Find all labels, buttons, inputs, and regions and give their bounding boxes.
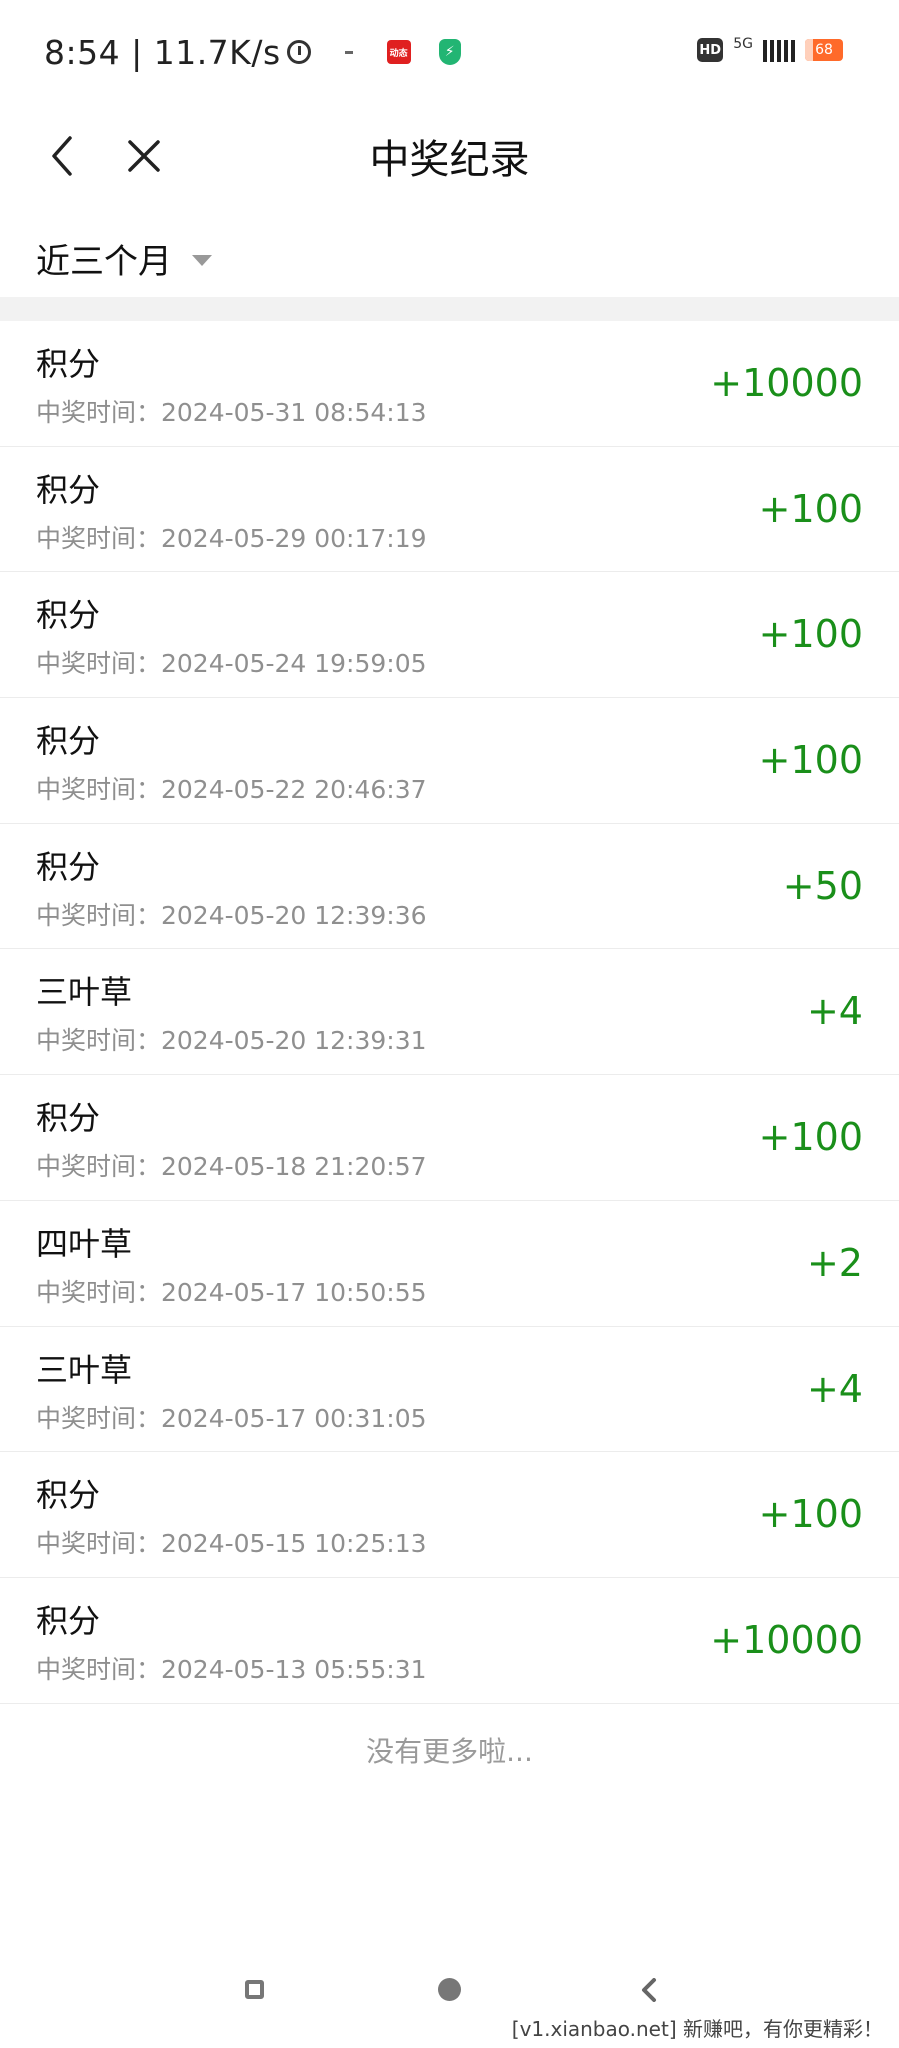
system-navigation-bar (0, 1960, 899, 2020)
record-prize-name: 积分 (36, 1476, 101, 1515)
record-row[interactable]: 四叶草 中奖时间：2024-05-17 10:50:55 +2 (0, 1200, 899, 1327)
record-row[interactable]: 积分 中奖时间：2024-05-29 00:17:19 +100 (0, 446, 899, 573)
record-amount: +2 (806, 1240, 863, 1285)
page: 8:54 | 11.7K/s 动态 ⚡ HD 5G 68 中奖纪录 近三个月 积… (0, 0, 899, 2048)
status-time: 8:54 | 11.7K/s (44, 32, 281, 72)
chevron-left-icon (642, 1978, 656, 2002)
signal-icon (763, 38, 795, 62)
record-row[interactable]: 三叶草 中奖时间：2024-05-20 12:39:31 +4 (0, 949, 899, 1076)
record-time: 中奖时间：2024-05-18 21:20:57 (36, 1152, 427, 1182)
notification-dash-icon (344, 50, 353, 54)
record-prize-name: 积分 (36, 847, 101, 886)
period-filter-dropdown[interactable]: 近三个月 (36, 216, 212, 300)
record-time: 中奖时间：2024-05-13 05:55:31 (36, 1654, 427, 1684)
record-amount: +10000 (710, 361, 863, 405)
record-amount: +50 (782, 863, 863, 908)
record-row[interactable]: 积分 中奖时间：2024-05-15 10:25:13 +100 (0, 1452, 899, 1578)
status-icons-right: HD 5G 68 (697, 36, 843, 62)
status-icons-left: 动态 ⚡ (286, 39, 461, 65)
record-prize-name: 积分 (36, 470, 101, 509)
security-shield-icon: ⚡ (438, 39, 461, 65)
back-button[interactable] (32, 126, 92, 186)
record-amount: +100 (758, 1492, 863, 1537)
record-prize-name: 三叶草 (36, 1350, 133, 1389)
close-button[interactable] (114, 126, 174, 186)
network-type: 5G (733, 36, 753, 52)
battery-icon: 68 (805, 39, 843, 61)
record-time: 中奖时间：2024-05-29 00:17:19 (36, 523, 427, 553)
record-time: 中奖时间：2024-05-17 10:50:55 (36, 1277, 427, 1307)
record-prize-name: 四叶草 (36, 1224, 133, 1263)
record-amount: +100 (758, 486, 863, 531)
home-icon[interactable] (438, 1978, 461, 2001)
record-prize-name: 积分 (36, 345, 101, 383)
hd-icon: HD (697, 38, 724, 62)
record-time: 中奖时间：2024-05-31 08:54:13 (36, 398, 427, 427)
recent-apps-icon[interactable] (245, 1980, 264, 1999)
record-amount: +10000 (710, 1617, 863, 1662)
watermark: [v1.xianbao.net] 新赚吧，有你更精彩！ (507, 2013, 887, 2042)
record-row[interactable]: 积分 中奖时间：2024-05-31 08:54:13 +10000 (0, 321, 899, 447)
record-time: 中奖时间：2024-05-22 20:46:37 (36, 775, 427, 805)
record-row[interactable]: 积分 中奖时间：2024-05-18 21:20:57 +100 (0, 1075, 899, 1201)
record-prize-name: 积分 (36, 596, 101, 635)
system-back-icon[interactable] (635, 1976, 663, 2004)
record-prize-name: 积分 (36, 722, 101, 761)
record-row[interactable]: 三叶草 中奖时间：2024-05-17 00:31:05 +4 (0, 1326, 899, 1453)
record-amount: +4 (806, 1366, 863, 1411)
status-bar: 8:54 | 11.7K/s 动态 ⚡ HD 5G 68 (0, 0, 899, 104)
prize-record-list: 积分 中奖时间：2024-05-31 08:54:13 +10000 积分 中奖… (0, 321, 899, 1704)
record-time: 中奖时间：2024-05-20 12:39:36 (36, 900, 427, 930)
news-app-icon: 动态 (386, 40, 411, 64)
record-row[interactable]: 积分 中奖时间：2024-05-13 05:55:31 +10000 (0, 1577, 899, 1704)
record-prize-name: 三叶草 (36, 973, 133, 1012)
close-icon (128, 140, 160, 172)
period-filter-label: 近三个月 (36, 241, 172, 282)
record-time: 中奖时间：2024-05-17 00:31:05 (36, 1403, 427, 1433)
alarm-icon (286, 40, 311, 64)
record-row[interactable]: 积分 中奖时间：2024-05-22 20:46:37 +100 (0, 698, 899, 824)
record-prize-name: 积分 (36, 1099, 101, 1138)
record-time: 中奖时间：2024-05-15 10:25:13 (36, 1529, 427, 1559)
record-amount: +100 (758, 738, 863, 783)
record-row[interactable]: 积分 中奖时间：2024-05-20 12:39:36 +50 (0, 823, 899, 950)
chevron-left-icon (52, 136, 72, 176)
record-time: 中奖时间：2024-05-24 19:59:05 (36, 649, 427, 679)
caret-down-icon (192, 254, 212, 266)
record-prize-name: 积分 (36, 1601, 101, 1640)
no-more-text: 没有更多啦... (366, 1735, 533, 1768)
record-amount: +100 (758, 1115, 863, 1160)
record-amount: +100 (758, 612, 863, 657)
record-row[interactable]: 积分 中奖时间：2024-05-24 19:59:05 +100 (0, 572, 899, 699)
record-amount: +4 (806, 989, 863, 1034)
section-divider (0, 297, 899, 321)
nav-bar: 中奖纪录 (0, 104, 899, 216)
record-time: 中奖时间：2024-05-20 12:39:31 (36, 1026, 427, 1056)
